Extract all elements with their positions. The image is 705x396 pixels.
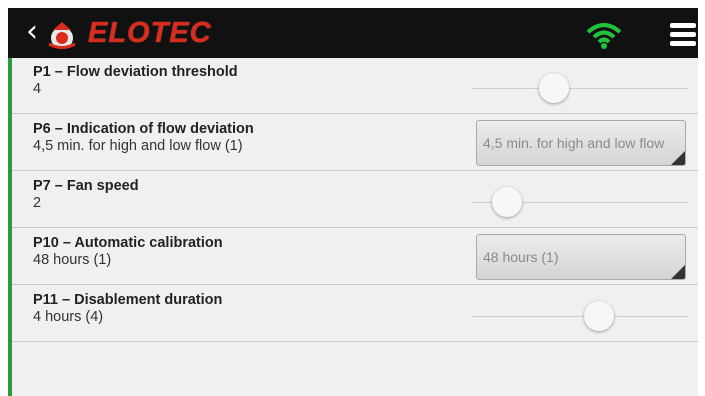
select-value: 48 hours (1)	[483, 249, 559, 265]
dropdown-corner-icon	[671, 265, 685, 279]
dropdown-corner-icon	[671, 151, 685, 165]
slider-thumb[interactable]	[584, 301, 615, 331]
setting-row-p6: P6 – Indication of flow deviation 4,5 mi…	[12, 115, 698, 171]
top-bar: ‹ ELOTEC	[8, 8, 698, 58]
setting-title: P11 – Disablement duration	[33, 292, 223, 308]
fan-speed-slider[interactable]	[472, 187, 688, 217]
slider-thumb[interactable]	[491, 187, 522, 217]
disablement-duration-slider[interactable]	[472, 301, 688, 331]
setting-row-p11: P11 – Disablement duration 4 hours (4)	[12, 286, 698, 342]
wifi-icon	[586, 22, 622, 50]
setting-value: 4 hours (4)	[33, 309, 104, 325]
calibration-select[interactable]: 48 hours (1)	[476, 234, 686, 280]
flow-indication-select[interactable]: 4,5 min. for high and low flow	[476, 120, 686, 166]
select-value: 4,5 min. for high and low flow	[483, 135, 665, 151]
setting-value: 4,5 min. for high and low flow (1)	[33, 138, 243, 154]
brand-name: ELOTEC	[88, 17, 212, 49]
setting-title: P1 – Flow deviation threshold	[33, 64, 238, 80]
setting-row-p10: P10 – Automatic calibration 48 hours (1)…	[12, 229, 698, 285]
setting-value: 4	[33, 81, 42, 97]
settings-list: P1 – Flow deviation threshold 4 P6 – Ind…	[8, 58, 698, 396]
elotec-logo-icon	[45, 20, 79, 50]
chevron-left-icon: ‹	[26, 14, 38, 49]
setting-title: P10 – Automatic calibration	[33, 235, 223, 251]
flow-threshold-slider[interactable]	[472, 73, 688, 103]
back-button[interactable]: ‹	[26, 15, 38, 49]
slider-thumb[interactable]	[539, 73, 570, 103]
setting-value: 2	[33, 195, 42, 211]
setting-title: P6 – Indication of flow deviation	[33, 121, 254, 137]
setting-title: P7 – Fan speed	[33, 178, 139, 194]
setting-row-p7: P7 – Fan speed 2	[12, 172, 698, 228]
setting-value: 48 hours (1)	[33, 252, 112, 268]
setting-row-p1: P1 – Flow deviation threshold 4	[12, 58, 698, 114]
hamburger-menu-icon[interactable]	[670, 23, 696, 47]
